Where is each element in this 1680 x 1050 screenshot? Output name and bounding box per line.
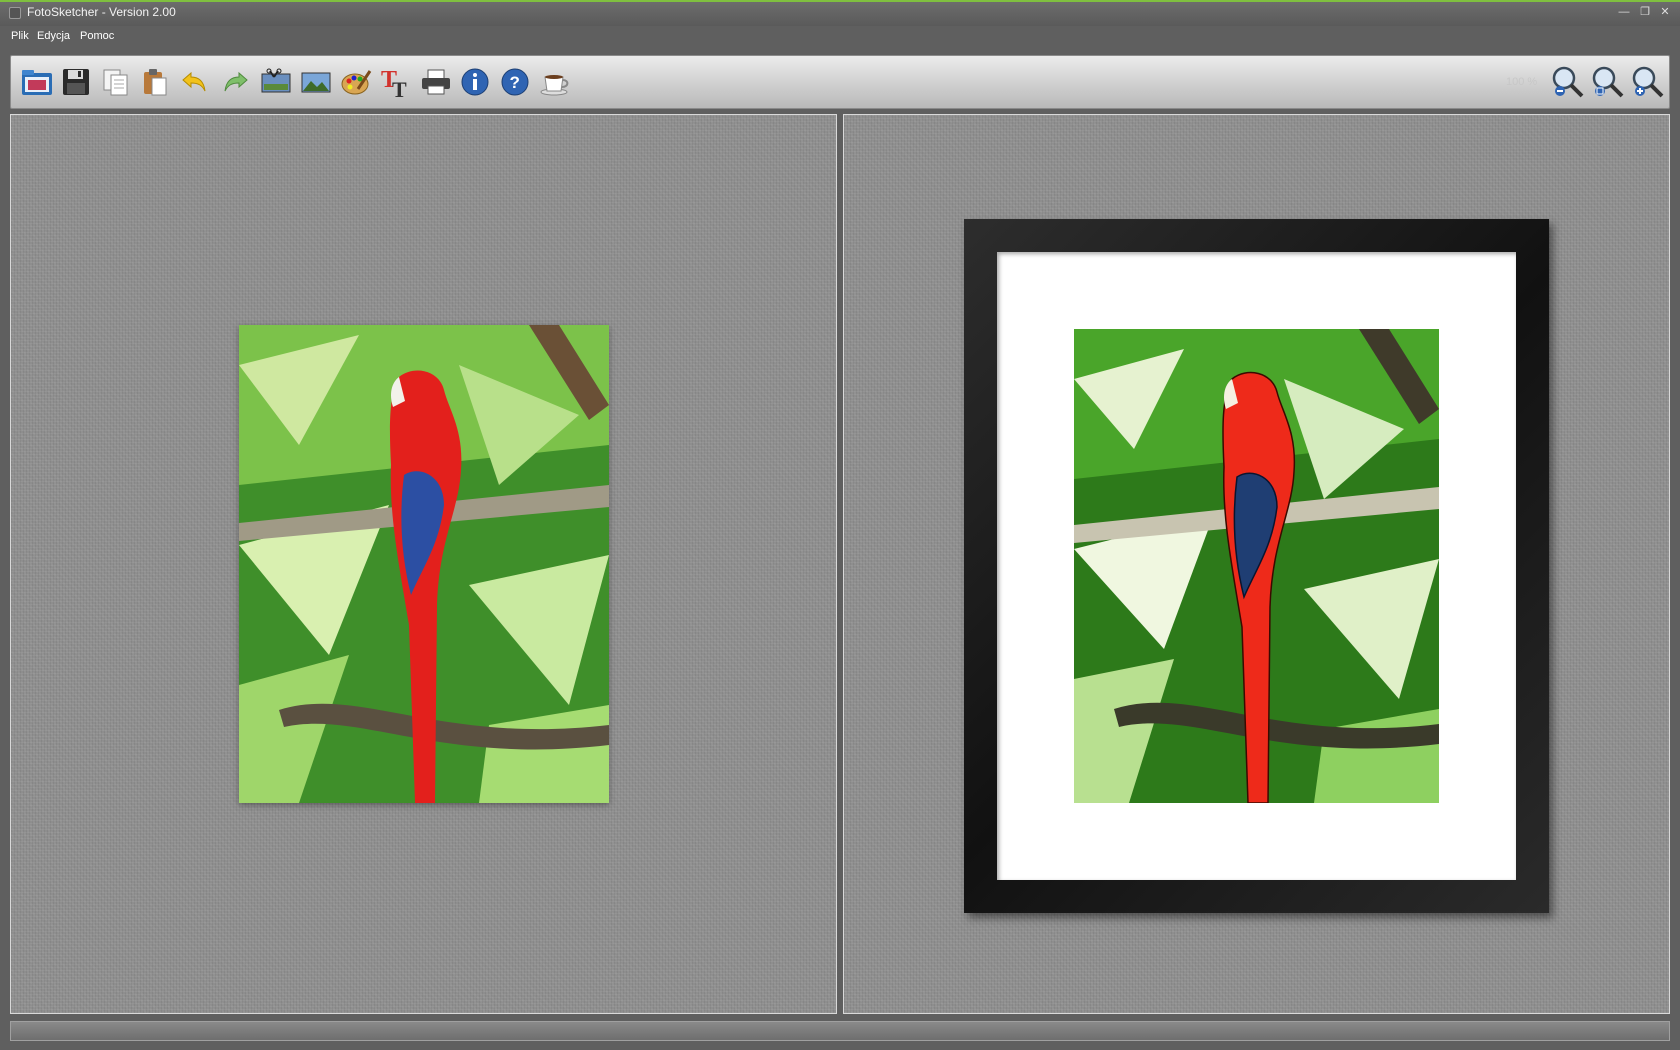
zoom-in-button[interactable] — [1629, 63, 1667, 101]
title-bar: FotoSketcher - Version 2.00 — ❐ ✕ — [0, 0, 1680, 26]
printer-icon — [420, 67, 452, 97]
status-bar — [10, 1021, 1670, 1041]
print-button[interactable] — [417, 63, 455, 101]
redo-arrow-icon — [220, 67, 250, 97]
sketched-photo — [1074, 329, 1439, 803]
svg-text:T: T — [392, 77, 407, 99]
frame-mat — [997, 252, 1516, 880]
original-photo — [239, 325, 609, 803]
paste-icon — [140, 67, 170, 97]
menu-edycja[interactable]: Edycja — [37, 30, 70, 42]
info-button[interactable] — [456, 63, 494, 101]
undo-arrow-icon — [180, 67, 210, 97]
help-icon: ? — [500, 67, 530, 97]
menu-bar: Plik Edycja Pomoc — [0, 26, 1680, 50]
text-button[interactable]: TT — [377, 63, 415, 101]
undo-button[interactable] — [176, 63, 214, 101]
zoom-out-icon — [1551, 65, 1585, 99]
palette-button[interactable] — [337, 63, 375, 101]
svg-text:?: ? — [510, 73, 520, 92]
result-image-panel[interactable] — [843, 114, 1670, 1014]
copy-button[interactable] — [97, 63, 135, 101]
zoom-out-button[interactable] — [1549, 63, 1587, 101]
redo-button[interactable] — [216, 63, 254, 101]
paste-button[interactable] — [136, 63, 174, 101]
copy-icon — [101, 67, 131, 97]
palette-icon — [340, 67, 372, 97]
crop-button[interactable] — [257, 63, 295, 101]
original-image-panel[interactable] — [10, 114, 837, 1014]
zoom-in-icon — [1631, 65, 1665, 99]
zoom-reset-button[interactable] — [1589, 63, 1627, 101]
zoom-level-label: 100 % — [1506, 76, 1538, 88]
window-title: FotoSketcher - Version 2.00 — [27, 5, 176, 19]
help-button[interactable]: ? — [496, 63, 534, 101]
picture-frame — [964, 219, 1549, 913]
save-floppy-icon — [61, 67, 91, 97]
coffee-cup-icon — [539, 67, 571, 97]
zoom-reset-icon — [1591, 65, 1625, 99]
close-icon[interactable]: ✕ — [1657, 5, 1673, 19]
menu-plik[interactable]: Plik — [11, 30, 29, 42]
toolbar: TT ? 100 % — [10, 55, 1670, 109]
menu-pomoc[interactable]: Pomoc — [80, 30, 114, 42]
crop-image-icon — [260, 67, 292, 97]
open-folder-icon — [20, 67, 54, 97]
landscape-image-icon — [300, 67, 332, 97]
minimize-icon[interactable]: — — [1616, 5, 1632, 19]
open-button[interactable] — [18, 63, 56, 101]
donate-button[interactable] — [536, 63, 574, 101]
text-icon: TT — [380, 65, 412, 99]
restore-icon[interactable]: ❐ — [1637, 5, 1653, 19]
image-button[interactable] — [297, 63, 335, 101]
save-button[interactable] — [57, 63, 95, 101]
app-menu-icon[interactable] — [9, 7, 21, 19]
info-icon — [460, 67, 490, 97]
